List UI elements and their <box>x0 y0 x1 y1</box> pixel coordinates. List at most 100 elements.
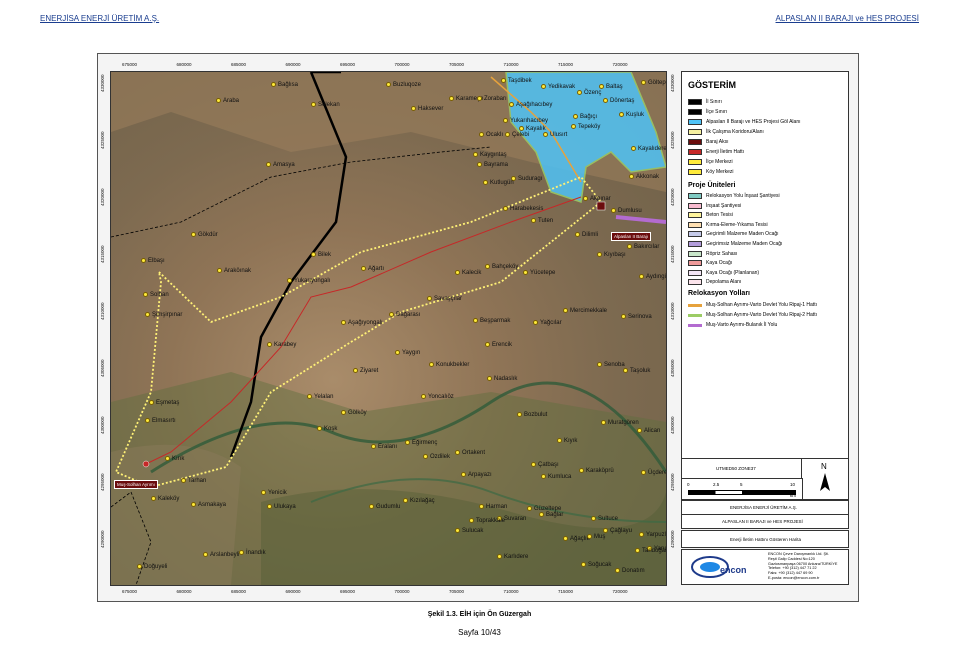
village-marker-icon <box>637 428 642 433</box>
place-label: Dağarası <box>389 312 420 318</box>
coordinate-tick-label: 4305000 <box>100 359 105 377</box>
village-marker-icon <box>181 478 186 483</box>
place-label: Kumluca <box>541 474 571 480</box>
village-marker-icon <box>533 320 538 325</box>
place-label: Eralanı <box>371 444 397 450</box>
coordinate-tick-label: 715000 <box>558 62 574 67</box>
place-name: Gölköy <box>348 410 367 417</box>
place-name: Kırık <box>172 456 185 463</box>
legend-item: İnşaat Şantiyesi <box>688 202 741 209</box>
place-name: Kızılağaç <box>410 498 435 505</box>
company-label: ENERJİSA ENERJİ ÜRETİM A.Ş. <box>730 505 798 510</box>
village-marker-icon <box>287 278 292 283</box>
village-marker-icon <box>641 470 646 475</box>
legend-item: Köy Merkezi <box>688 169 734 175</box>
place-label: Kıyıbaşı <box>597 252 626 258</box>
village-marker-icon <box>527 506 532 511</box>
scale-tick: 2.5 <box>713 482 720 487</box>
legend-item: Beton Tesisi <box>688 212 733 219</box>
village-marker-icon <box>611 208 616 213</box>
place-label: Senoba <box>597 362 625 368</box>
village-marker-icon <box>267 504 272 509</box>
place-name: Sulucak <box>462 528 484 535</box>
place-label: Araköınak <box>217 268 251 274</box>
place-label: Gudumlu <box>369 504 400 510</box>
village-marker-icon <box>557 438 562 443</box>
place-name: Ozdilek <box>430 454 451 461</box>
place-name: Alican <box>644 428 661 435</box>
village-marker-icon <box>579 468 584 473</box>
village-marker-icon <box>369 504 374 509</box>
village-marker-icon <box>485 264 490 269</box>
place-label: Serinova <box>621 314 652 320</box>
legend-units-title: Proje Üniteleri <box>688 182 736 189</box>
legend-item: Kaya Ocağı <box>688 260 732 267</box>
village-marker-icon <box>266 162 271 167</box>
village-marker-icon <box>429 362 434 367</box>
place-name: Kayalıdere <box>638 146 667 153</box>
place-name: Arslanbeyli <box>210 552 240 559</box>
village-marker-icon <box>341 320 346 325</box>
place-name: Eşmetaş <box>156 400 180 407</box>
legend-swatch-icon <box>688 159 702 165</box>
company-box: ENERJİSA ENERJİ ÜRETİM A.Ş. <box>681 500 849 515</box>
scale-tick: 5 <box>740 482 743 487</box>
place-name: Zorabarı <box>484 96 507 103</box>
project-box: ALPASLAN II BARAJI ve HES PROJESİ <box>681 514 849 529</box>
village-marker-icon <box>603 528 608 533</box>
legend-item: Alpaslan II Barajı ve HES Projesi Göl Al… <box>688 119 801 125</box>
village-marker-icon <box>371 444 376 449</box>
place-label: Yedikavak <box>541 84 575 90</box>
village-marker-icon <box>621 314 626 319</box>
place-name: Aşağıhacıbey <box>516 102 553 109</box>
village-marker-icon <box>603 98 608 103</box>
place-label: Yukarıyongalı <box>287 278 330 284</box>
coordinate-tick-label: 4320000 <box>670 188 675 206</box>
place-name: Yarpuzlu <box>646 532 667 539</box>
village-marker-icon <box>311 102 316 107</box>
village-marker-icon <box>473 318 478 323</box>
place-label: Bayrama <box>477 162 508 168</box>
legend-swatch-icon <box>688 231 702 238</box>
place-name: Solhan <box>150 292 169 299</box>
place-name: Aydıngün <box>646 274 666 281</box>
place-name: Bağıçı <box>580 114 598 121</box>
legend-swatch-icon <box>688 313 702 317</box>
scale-box: 0 2.5 5 10 km <box>681 478 803 500</box>
village-marker-icon <box>473 152 478 157</box>
coordinate-tick-label: 715000 <box>558 589 574 594</box>
coordinate-tick-label: 4300000 <box>100 416 105 434</box>
coordinate-tick-label: 700000 <box>394 62 410 67</box>
place-name: Gökdür <box>198 232 218 239</box>
coordinate-tick-label: 710000 <box>503 62 519 67</box>
place-label: Arpayazı <box>461 472 492 478</box>
village-marker-icon <box>531 462 536 467</box>
coordinate-tick-label: 4305000 <box>670 359 675 377</box>
place-name: Kaleköy <box>158 496 180 503</box>
place-name: Selekan <box>318 102 340 109</box>
village-marker-icon <box>523 270 528 275</box>
legend-item: Kaya Ocağı (Planlanan) <box>688 269 759 276</box>
place-label: Dönertaş <box>603 98 634 104</box>
place-name: Bağlısa <box>278 82 299 89</box>
legend-label: Muş-Solhan Ayrımı-Varto Devlet Yolu Ripa… <box>706 302 817 308</box>
place-name: Tarhan <box>188 478 207 485</box>
village-marker-icon <box>449 96 454 101</box>
legend-item: Kırma-Eleme-Yıkama Tesisi <box>688 221 768 228</box>
place-label: Donatım <box>615 568 645 574</box>
projection-box: UTMED50 ZONE37 <box>681 458 803 480</box>
place-name: Bağlar <box>546 512 564 519</box>
place-name: Taşdibek <box>508 78 532 85</box>
place-name: Suvaran <box>504 516 527 523</box>
coordinate-tick-label: 720000 <box>612 589 628 594</box>
place-label: Aşağıyongalı <box>341 320 383 326</box>
legend-label: Relokasyon Yolu İnşaat Şantiyesi <box>706 193 780 199</box>
village-marker-icon <box>485 342 490 347</box>
legend-item: Geçirimsiz Malzeme Maden Ocağı <box>688 241 782 247</box>
place-label: İnandık <box>239 550 266 556</box>
village-marker-icon <box>563 536 568 541</box>
project-label: ALPASLAN II BARAJI ve HES PROJESİ <box>722 519 803 524</box>
place-name: Elbaşı <box>148 258 165 265</box>
village-marker-icon <box>631 146 636 151</box>
place-name: Koşk <box>324 426 338 433</box>
